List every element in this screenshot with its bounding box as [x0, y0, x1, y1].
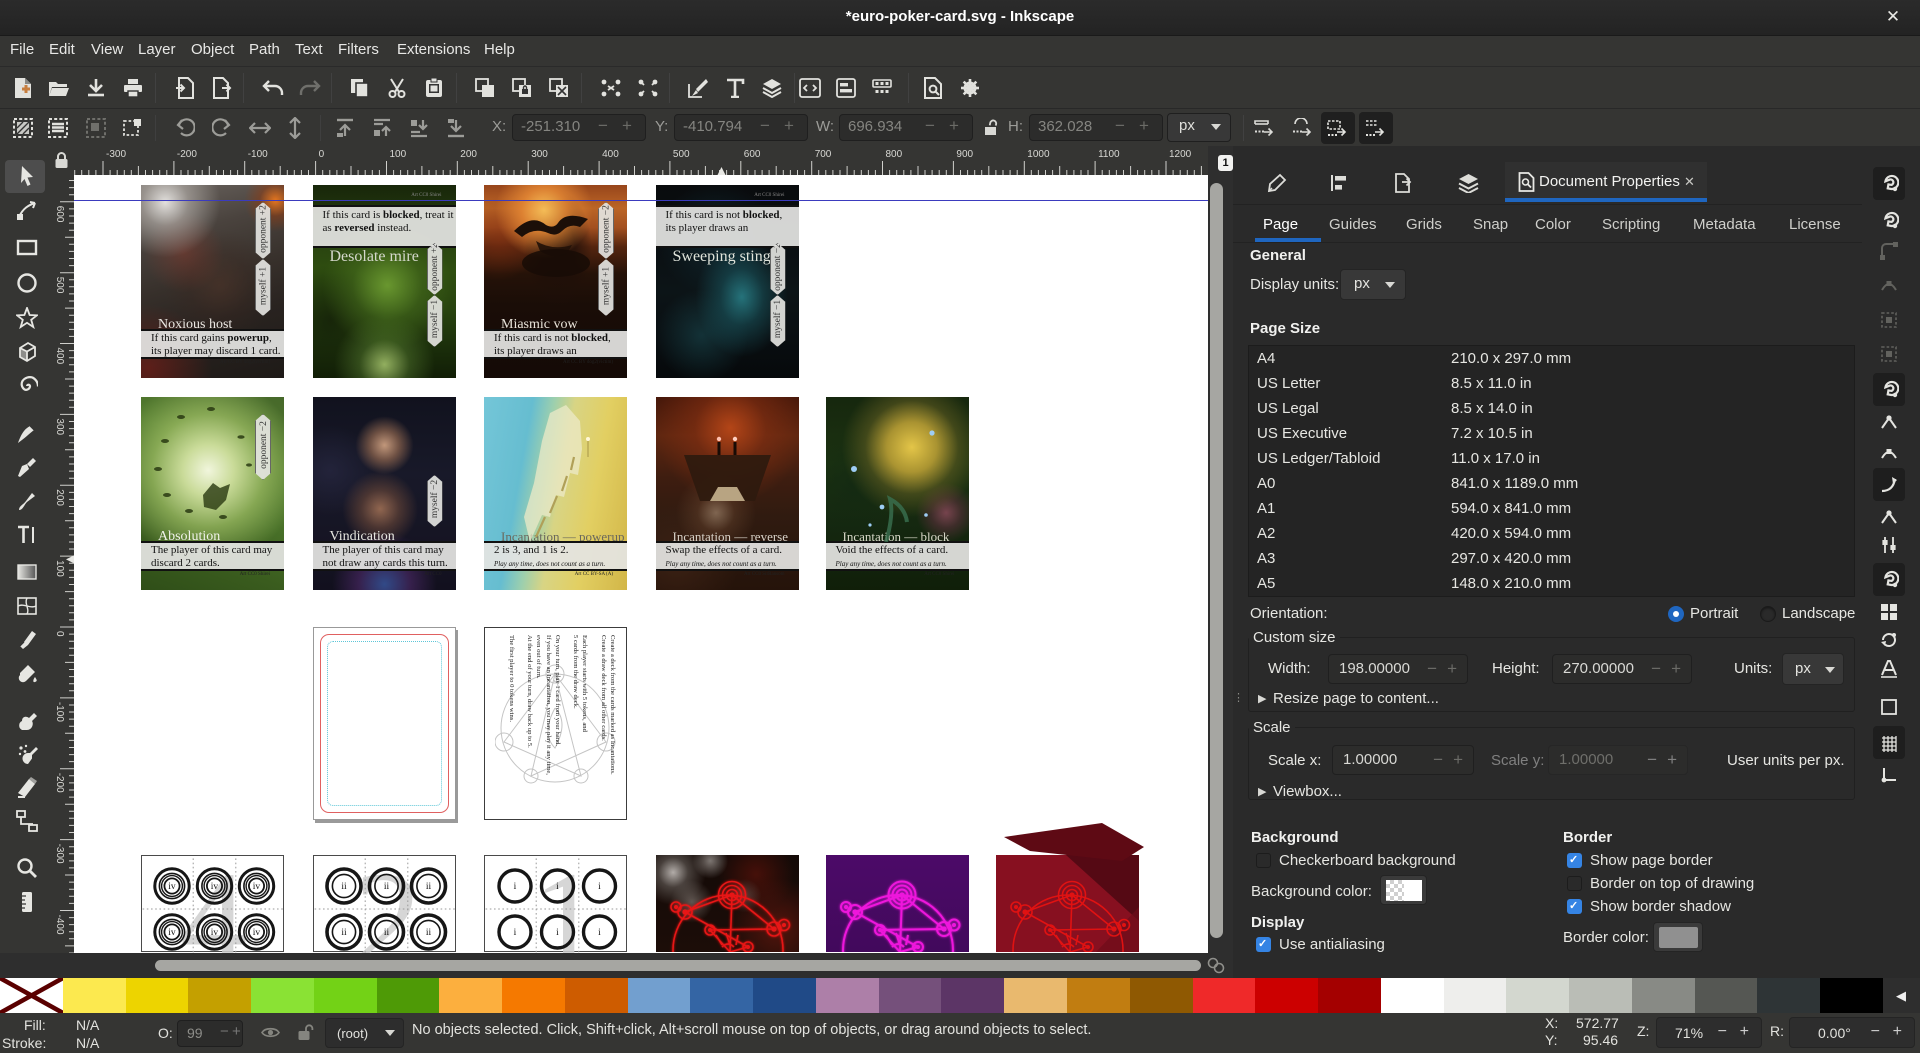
- svg-text:iv: iv: [253, 928, 261, 938]
- svg-text:ii: ii: [425, 928, 431, 938]
- svg-text:-200: -200: [54, 773, 65, 793]
- svg-text:-100: -100: [54, 702, 65, 722]
- svg-text:600: 600: [54, 206, 65, 223]
- svg-text:iv: iv: [168, 928, 176, 938]
- svg-text:-300: -300: [106, 149, 126, 160]
- svg-text:ii: ii: [383, 928, 389, 938]
- svg-text:1100: 1100: [1098, 149, 1120, 160]
- svg-text:200: 200: [54, 489, 65, 506]
- svg-text:-300: -300: [54, 844, 65, 864]
- svg-text:600: 600: [744, 149, 761, 160]
- svg-text:500: 500: [54, 277, 65, 294]
- svg-text:400: 400: [54, 348, 65, 365]
- svg-text:-200: -200: [177, 149, 197, 160]
- svg-text:0: 0: [54, 631, 65, 637]
- svg-text:i: i: [556, 928, 559, 938]
- svg-text:ii: ii: [425, 882, 431, 892]
- svg-text:iv: iv: [211, 882, 219, 892]
- svg-text:1200: 1200: [1169, 149, 1192, 160]
- svg-text:100: 100: [390, 149, 407, 160]
- svg-text:400: 400: [602, 149, 619, 160]
- svg-text:900: 900: [956, 149, 973, 160]
- svg-text:i: i: [514, 882, 517, 892]
- svg-text:500: 500: [673, 149, 690, 160]
- svg-text:iv: iv: [168, 882, 176, 892]
- svg-text:100: 100: [54, 560, 65, 577]
- svg-text:i: i: [598, 928, 601, 938]
- svg-text:300: 300: [531, 149, 548, 160]
- svg-text:ii: ii: [383, 882, 389, 892]
- svg-text:ii: ii: [341, 882, 347, 892]
- svg-text:1000: 1000: [1027, 149, 1050, 160]
- svg-text:i: i: [556, 882, 559, 892]
- svg-text:iv: iv: [253, 882, 261, 892]
- svg-text:i: i: [598, 882, 601, 892]
- svg-text:300: 300: [54, 418, 65, 435]
- svg-text:iv: iv: [211, 928, 219, 938]
- svg-text:700: 700: [815, 149, 832, 160]
- svg-text:800: 800: [886, 149, 903, 160]
- svg-text:ii: ii: [341, 928, 347, 938]
- svg-text:0: 0: [319, 149, 325, 160]
- svg-text:-400: -400: [54, 915, 65, 935]
- svg-text:i: i: [514, 928, 517, 938]
- svg-text:200: 200: [460, 149, 477, 160]
- svg-text:-100: -100: [248, 149, 268, 160]
